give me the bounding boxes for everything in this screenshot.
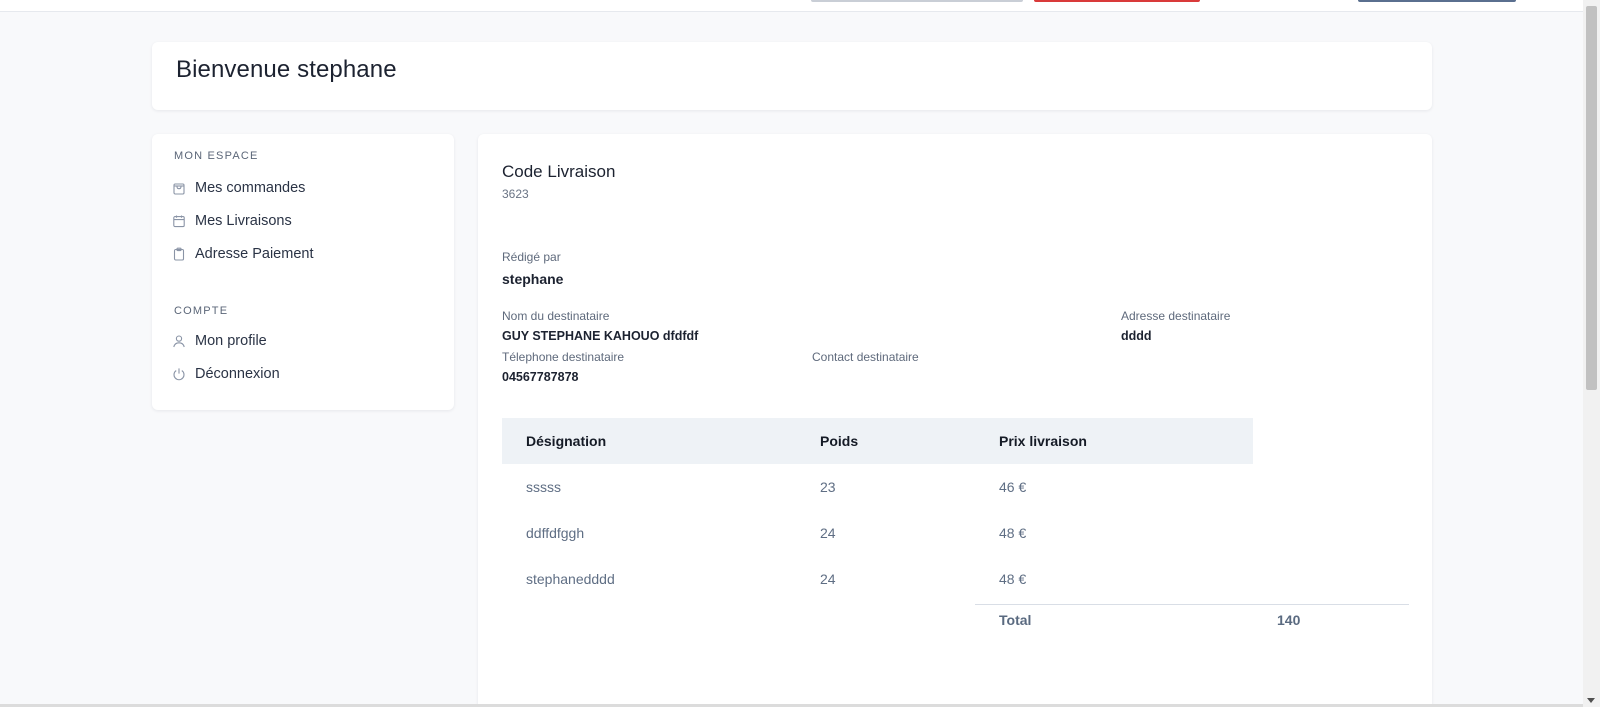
cell-designation: sssss [526, 479, 561, 495]
account-sidebar: MON ESPACE Mes commandes Mes Livraisons … [152, 134, 454, 410]
power-icon [172, 367, 186, 381]
author-label: Rédigé par [502, 250, 561, 264]
sidebar-item-label: Mes Livraisons [195, 213, 292, 229]
sidebar-item-label: Mon profile [195, 333, 267, 349]
column-header-designation: Désignation [526, 433, 607, 449]
recipient-name-label: Nom du destinataire [502, 309, 610, 323]
cell-poids: 24 [820, 571, 836, 587]
sidebar-item-mon-profile[interactable]: Mon profile [172, 330, 267, 352]
delivery-detail-card: Code Livraison 3623 Rédigé par stephane … [478, 134, 1432, 707]
cell-poids: 23 [820, 479, 836, 495]
shopping-bag-icon [172, 181, 186, 195]
column-header-prix-livraison: Prix livraison [999, 433, 1087, 449]
sidebar-item-adresse-paiement[interactable]: Adresse Paiement [172, 243, 313, 265]
recipient-phone-value: 04567787878 [502, 370, 579, 384]
sidebar-item-mes-commandes[interactable]: Mes commandes [172, 177, 305, 199]
cell-prix-livraison: 48 € [999, 525, 1027, 541]
cell-prix-livraison: 48 € [999, 571, 1027, 587]
table-header-row: Désignation Poids Prix livraison [502, 418, 1253, 464]
total-label: Total [999, 612, 1032, 628]
column-header-poids: Poids [820, 433, 859, 449]
sidebar-item-label: Déconnexion [195, 366, 280, 382]
recipient-contact-label: Contact destinataire [812, 350, 919, 364]
navbar-search-field[interactable] [811, 0, 1023, 2]
table-row: sssss 23 46 € [502, 464, 1253, 510]
recipient-address-value: dddd [1121, 329, 1152, 343]
cell-prix-livraison: 46 € [999, 479, 1027, 495]
scrollbar-thumb[interactable] [1586, 6, 1597, 390]
navbar-account-button[interactable] [1358, 0, 1516, 2]
delivery-code-heading: Code Livraison [502, 162, 616, 181]
user-icon [172, 334, 186, 348]
sidebar-item-label: Mes commandes [195, 180, 306, 196]
delivery-items-table: Désignation Poids Prix livraison sssss 2… [502, 418, 1253, 602]
welcome-card: Bienvenue stephane [152, 42, 1432, 110]
cell-poids: 24 [820, 525, 836, 541]
sidebar-section-title-mon-espace: MON ESPACE [174, 150, 259, 162]
total-divider [975, 604, 1409, 605]
sidebar-item-label: Adresse Paiement [195, 246, 314, 262]
vertical-scrollbar[interactable] [1583, 0, 1600, 707]
calendar-icon [172, 214, 186, 228]
navbar-red-button[interactable] [1034, 0, 1200, 2]
top-navbar [0, 0, 1583, 12]
table-row: ddffdfggh 24 48 € [502, 510, 1253, 556]
sidebar-section-title-compte: COMPTE [174, 305, 229, 317]
recipient-address-label: Adresse destinataire [1121, 309, 1231, 323]
delivery-code-value: 3623 [502, 187, 529, 201]
cell-designation: ddffdfggh [526, 525, 585, 541]
page-title: Bienvenue stephane [176, 56, 397, 83]
sidebar-item-deconnexion[interactable]: Déconnexion [172, 363, 280, 385]
clipboard-icon [172, 247, 186, 261]
sidebar-item-mes-livraisons[interactable]: Mes Livraisons [172, 210, 292, 232]
recipient-name-value: GUY STEPHANE KAHOUO dfdfdf [502, 329, 699, 343]
table-row: stephanedddd 24 48 € [502, 556, 1253, 602]
cell-designation: stephanedddd [526, 571, 615, 587]
scroll-down-arrow-icon[interactable] [1587, 698, 1595, 703]
recipient-phone-label: Télephone destinataire [502, 350, 625, 364]
total-value: 140 [1277, 612, 1301, 628]
author-value: stephane [502, 271, 564, 287]
